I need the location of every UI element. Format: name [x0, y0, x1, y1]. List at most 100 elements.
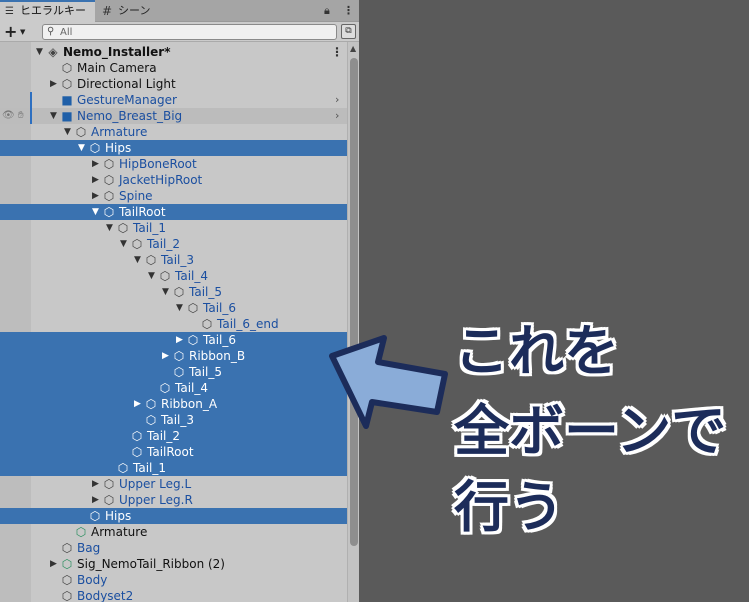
- tree-row-label: Tail_3: [161, 253, 194, 267]
- collapse-arrow-icon[interactable]: ▶: [90, 476, 101, 492]
- tree-row[interactable]: ▶ ⬡ Spine: [0, 188, 347, 204]
- tree-row[interactable]: ▼ ⬡ TailRoot: [0, 204, 347, 220]
- visibility-toggle-icon[interactable]: 👁︎ ✋︎: [2, 108, 24, 124]
- tree-row[interactable]: ⬡ Hips: [0, 508, 347, 524]
- tree-row[interactable]: ▶ ⬡ HipBoneRoot: [0, 156, 347, 172]
- collapse-arrow-icon[interactable]: ▶: [90, 156, 101, 172]
- add-icon: +: [4, 22, 18, 41]
- tree-row[interactable]: ⬡ Bag: [0, 540, 347, 556]
- annotation-line-2: 全ボーンで: [454, 399, 727, 463]
- kebab-icon[interactable]: ⋮: [343, 3, 354, 19]
- tree-row-label: Sig_NemoTail_Ribbon (2): [77, 557, 225, 571]
- collapse-arrow-icon[interactable]: ▶: [90, 492, 101, 508]
- tree-row[interactable]: ▼ ⬡ Hips: [0, 140, 347, 156]
- tree-row[interactable]: ⬡ Main Camera: [0, 60, 347, 76]
- expand-arrow-icon[interactable]: ▼: [174, 300, 185, 316]
- annotation-line-3: 行う: [454, 475, 565, 539]
- tree-row-label: Tail_2: [147, 237, 180, 251]
- tree-row[interactable]: ▶ ⬡ Upper Leg.R: [0, 492, 347, 508]
- tree-row[interactable]: ▼ ⬡ Tail_3: [0, 252, 347, 268]
- tree-row-label: Armature: [91, 125, 148, 139]
- tree-row-label: Tail_5: [189, 365, 222, 379]
- tree-row[interactable]: ▶ ⬡ Sig_NemoTail_Ribbon (2): [0, 556, 347, 572]
- tree-row-label: Ribbon_A: [161, 397, 218, 411]
- add-object-button[interactable]: + ▼: [4, 23, 30, 41]
- expand-arrow-icon[interactable]: ▼: [104, 220, 115, 236]
- scroll-up-arrow-icon[interactable]: ▲: [350, 44, 356, 53]
- tree-row[interactable]: ■ GestureManager ›: [0, 92, 347, 108]
- tree-row[interactable]: 👁︎ ✋︎ ▼ ■ Nemo_Breast_Big ›: [0, 108, 347, 124]
- tree-row[interactable]: ▼ ⬡ Tail_1: [0, 220, 347, 236]
- cube-added-icon: ⬡: [145, 397, 157, 411]
- tree-row[interactable]: ⬡ Tail_2: [0, 428, 347, 444]
- expand-arrow-icon[interactable]: ▼: [62, 124, 73, 140]
- tree-row[interactable]: ▼ ⬡ Tail_5: [0, 284, 347, 300]
- scene-visibility-button[interactable]: ⧉: [341, 24, 356, 39]
- tree-row[interactable]: ▼ ⬡ Armature: [0, 124, 347, 140]
- tree-row[interactable]: ⬡ Bodyset2: [0, 588, 347, 602]
- tree-row-label: Bag: [77, 541, 101, 555]
- tree-row[interactable]: ▶ ⬡ Ribbon_A: [0, 396, 347, 412]
- collapse-arrow-icon[interactable]: ▶: [132, 396, 143, 412]
- expand-arrow-icon[interactable]: ▼: [48, 108, 59, 124]
- search-box: ⚲: [42, 24, 337, 40]
- tree-row-label: Main Camera: [77, 61, 157, 75]
- lock-icon[interactable]: 🔒︎: [324, 3, 330, 19]
- tree-row[interactable]: ▶ ⬡ JacketHipRoot: [0, 172, 347, 188]
- vertical-scrollbar[interactable]: ▲: [347, 42, 359, 602]
- tree-row-label: JacketHipRoot: [119, 173, 203, 187]
- expand-arrow-icon[interactable]: ▼: [160, 284, 171, 300]
- collapse-arrow-icon[interactable]: ▶: [174, 332, 185, 348]
- open-prefab-chevron-icon[interactable]: ›: [335, 108, 339, 124]
- tree-row[interactable]: ⬡ Tail_5: [0, 364, 347, 380]
- collapse-arrow-icon[interactable]: ▶: [90, 172, 101, 188]
- expand-arrow-icon[interactable]: ▼: [132, 252, 143, 268]
- cube-icon: ⬡: [61, 573, 73, 587]
- tree-row[interactable]: ▶ ⬡ Directional Light: [0, 76, 347, 92]
- collapse-arrow-icon[interactable]: ▶: [48, 556, 59, 572]
- tree-row[interactable]: ▼ ◈ Nemo_Installer* ⋮: [0, 44, 347, 60]
- tree-row[interactable]: ⬡ Tail_1: [0, 460, 347, 476]
- tree-row[interactable]: ▼ ⬡ Tail_6: [0, 300, 347, 316]
- expand-arrow-icon[interactable]: ▼: [76, 140, 87, 156]
- tree-row[interactable]: ⬡ Armature: [0, 524, 347, 540]
- tree-row[interactable]: ⬡ TailRoot: [0, 444, 347, 460]
- tree-row[interactable]: ⬡ Tail_3: [0, 412, 347, 428]
- tree-row[interactable]: ▶ ⬡ Tail_6: [0, 332, 347, 348]
- scene-menu-icon[interactable]: ⋮: [331, 44, 343, 60]
- tree-row[interactable]: ▶ ⬡ Ribbon_B: [0, 348, 347, 364]
- tree-row[interactable]: ▼ ⬡ Tail_4: [0, 268, 347, 284]
- collapse-arrow-icon[interactable]: ▶: [160, 348, 171, 364]
- tab-hierarchy-label: ヒエラルキー: [20, 4, 86, 17]
- collapse-arrow-icon[interactable]: ▶: [48, 76, 59, 92]
- open-prefab-chevron-icon[interactable]: ›: [335, 92, 339, 108]
- expand-arrow-icon[interactable]: ▼: [34, 44, 45, 60]
- tree-row-label: Spine: [119, 189, 153, 203]
- tree-row[interactable]: ⬡ Tail_4: [0, 380, 347, 396]
- search-input[interactable]: [60, 25, 330, 39]
- expand-arrow-icon[interactable]: ▼: [118, 236, 129, 252]
- tree-row-label: Directional Light: [77, 77, 176, 91]
- tree-row[interactable]: ⬡ Tail_6_end: [0, 316, 347, 332]
- cube-added-icon: ⬡: [159, 381, 171, 395]
- cube-icon: ⬡: [187, 301, 199, 315]
- cube-icon: ⬡: [117, 221, 129, 235]
- tree-row-label: Tail_2: [147, 429, 180, 443]
- scrollbar-thumb[interactable]: [350, 58, 358, 546]
- search-icon: ⚲: [47, 26, 55, 37]
- expand-arrow-icon[interactable]: ▼: [146, 268, 157, 284]
- tab-hierarchy[interactable]: ☰ ヒエラルキー: [0, 0, 95, 22]
- tree-row-label: TailRoot: [147, 445, 194, 459]
- expand-arrow-icon[interactable]: ▼: [90, 204, 101, 220]
- cube-icon: ⬡: [173, 285, 185, 299]
- tree-row[interactable]: ⬡ Body: [0, 572, 347, 588]
- tree-row-label: Tail_6: [203, 301, 236, 315]
- tree-row[interactable]: ▼ ⬡ Tail_2: [0, 236, 347, 252]
- collapse-arrow-icon[interactable]: ▶: [90, 188, 101, 204]
- unity-scene-icon: ◈: [48, 45, 58, 59]
- cube-added-icon: ⬡: [131, 445, 143, 459]
- tab-scene[interactable]: # シーン: [98, 0, 188, 22]
- cube-icon: ⬡: [103, 173, 115, 187]
- tree-row[interactable]: ▶ ⬡ Upper Leg.L: [0, 476, 347, 492]
- tree-row-label: GestureManager: [77, 93, 177, 107]
